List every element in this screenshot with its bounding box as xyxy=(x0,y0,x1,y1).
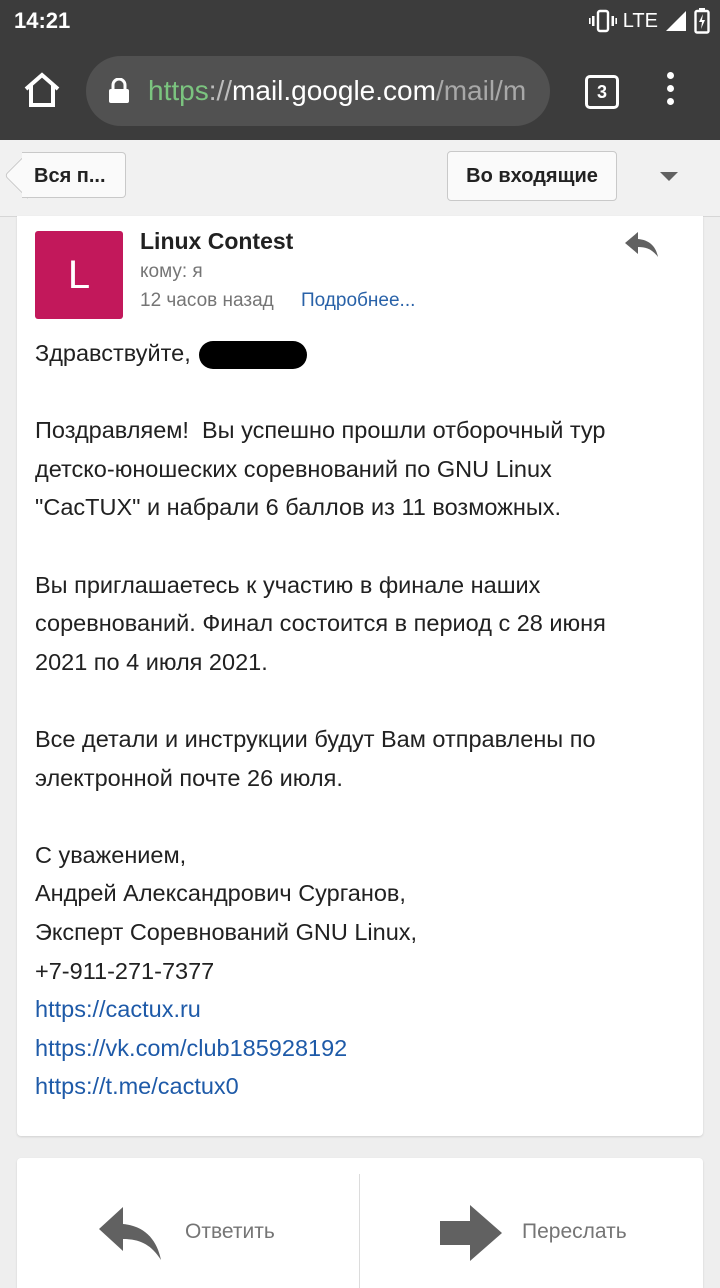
link-vk-club[interactable]: https://vk.com/club185928192 xyxy=(35,1029,685,1068)
forward-button[interactable]: Переслать xyxy=(360,1158,703,1288)
home-icon[interactable] xyxy=(22,70,62,110)
back-to-all-mail-button[interactable]: Вся п... xyxy=(22,152,126,198)
signal-icon xyxy=(666,11,686,31)
forward-arrow-icon xyxy=(440,1205,502,1261)
url-scheme: https xyxy=(148,75,209,106)
url-text: https://mail.google.com/mail/m xyxy=(148,75,526,107)
url-separator: :// xyxy=(208,75,233,106)
paragraph-2-line-2: соревнований. Финал состоится в период с… xyxy=(35,610,606,637)
link-telegram[interactable]: https://t.me/cactux0 xyxy=(35,1067,685,1106)
reply-icon[interactable] xyxy=(624,230,660,260)
browser-toolbar: https://mail.google.com/mail/m 3 xyxy=(0,42,720,140)
lock-icon xyxy=(109,78,129,103)
paragraph-1: Поздравляем! Вы успешно прошли отборочны… xyxy=(35,411,685,527)
gmail-nav-bar: Вся п... Во входящие xyxy=(0,140,720,217)
avatar: L xyxy=(35,231,123,319)
signature-role: Эксперт Соревнований GNU Linux, xyxy=(35,918,418,945)
redacted-name xyxy=(199,340,308,369)
forward-label: Переслать xyxy=(522,1220,627,1243)
sender-name[interactable]: Linux Contest xyxy=(140,228,293,255)
reply-large-icon xyxy=(99,1207,161,1260)
reply-label: Ответить xyxy=(185,1220,275,1243)
tabs-button[interactable]: 3 xyxy=(585,75,619,109)
chevron-down-icon[interactable] xyxy=(660,172,678,181)
details-link[interactable]: Подробнее... xyxy=(301,290,415,312)
paragraph-3-line-1: Все детали и инструкции будут Вам отправ… xyxy=(35,725,596,752)
recipient: кому: я xyxy=(140,261,203,282)
paragraph-3: Все детали и инструкции будут Вам отправ… xyxy=(35,720,685,797)
signature-phone[interactable]: +7-911-271-7377 xyxy=(35,952,685,991)
greeting: Здравствуйте, xyxy=(35,340,191,366)
url-path: /mail/m xyxy=(435,75,527,106)
signature-name: Андрей Александрович Сурганов, xyxy=(35,880,406,907)
greeting-line: Здравствуйте, xyxy=(35,334,685,373)
paragraph-2-line-1: Вы приглашаетесь к участию в финале наши… xyxy=(35,571,541,598)
reply-button[interactable]: Ответить xyxy=(17,1158,359,1288)
paragraph-3-line-2: электронной почте 26 июля. xyxy=(35,764,343,791)
url-bar[interactable]: https://mail.google.com/mail/m xyxy=(86,56,550,126)
overflow-menu-icon[interactable] xyxy=(660,72,680,110)
url-host: mail.google.com xyxy=(232,75,436,106)
paragraph-2-line-3: 2021 по 4 июля 2021. xyxy=(35,648,268,675)
network-type: LTE xyxy=(622,9,658,32)
status-time: 14:21 xyxy=(14,8,71,33)
status-icons: LTE xyxy=(588,7,710,35)
message-card: L Linux Contest кому: я 12 часов назад П… xyxy=(17,216,703,1136)
message-time: 12 часов назад xyxy=(140,290,274,311)
link-cactux-site[interactable]: https://cactux.ru xyxy=(35,990,685,1029)
signature-closing: С уважением, xyxy=(35,841,187,868)
vibrate-icon xyxy=(588,9,617,33)
status-bar: 14:21 LTE xyxy=(0,0,720,42)
battery-icon xyxy=(694,8,710,34)
paragraph-1-line-2: детско-юношеских соревнований по GNU Lin… xyxy=(35,455,552,482)
paragraph-1-line-3: "CacTUX" и набрали 6 баллов из 11 возмож… xyxy=(35,494,562,521)
message-actions: Ответить Переслать xyxy=(17,1158,703,1288)
paragraph-2: Вы приглашаетесь к участию в финале наши… xyxy=(35,566,685,682)
paragraph-1-line-1: Поздравляем! Вы успешно прошли отборочны… xyxy=(35,417,606,444)
message-body: Здравствуйте, Поздравляем! Вы успешно пр… xyxy=(35,334,685,1106)
move-to-inbox-button[interactable]: Во входящие xyxy=(447,151,617,201)
